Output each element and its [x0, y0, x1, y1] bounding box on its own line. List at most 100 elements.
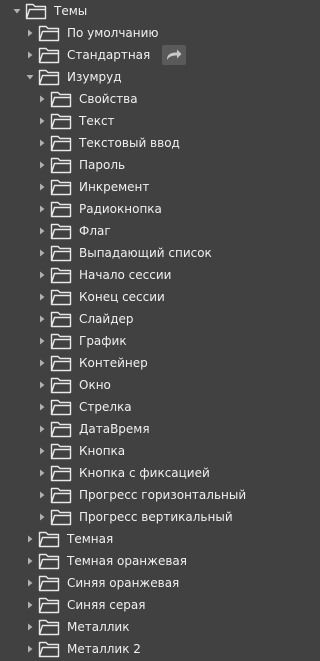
tree-item-widget-style[interactable]: Свойства: [0, 88, 259, 110]
tree-item-label: Изумруд: [67, 70, 122, 84]
tree-item-widget-style[interactable]: Инкремент: [0, 176, 259, 198]
tree-item-widget-style[interactable]: Начало сессии: [0, 264, 259, 286]
tree-item-widget-style[interactable]: ДатаВремя: [0, 418, 259, 440]
tree-item-theme[interactable]: Стандартная: [0, 44, 259, 66]
expand-arrow-right-icon[interactable]: [37, 154, 47, 176]
tree-item-theme[interactable]: Изумруд: [0, 66, 259, 88]
folder-icon: [50, 419, 72, 439]
tree-item-widget-style[interactable]: Прогресс горизонтальный: [0, 484, 259, 506]
tree-item-label: Темная оранжевая: [67, 554, 187, 568]
expand-arrow-right-icon[interactable]: [25, 616, 35, 638]
expand-arrow-right-icon[interactable]: [25, 44, 35, 66]
tree-item-label: Металлик: [67, 620, 130, 634]
expand-arrow-down-icon[interactable]: [25, 66, 35, 88]
tree-item-label: Выпадающий список: [79, 246, 212, 260]
tree-item-label: Флаг: [79, 224, 111, 238]
folder-icon: [50, 287, 72, 307]
tree-item-widget-style[interactable]: Кнопка: [0, 440, 259, 462]
tree-item-label: По умолчанию: [67, 26, 159, 40]
expand-arrow-right-icon[interactable]: [37, 286, 47, 308]
folder-icon: [38, 45, 60, 65]
tree-item-theme[interactable]: Металлик 2: [0, 638, 259, 660]
expand-arrow-right-icon[interactable]: [25, 638, 35, 660]
folder-icon: [38, 639, 60, 659]
expand-arrow-right-icon[interactable]: [37, 308, 47, 330]
tree-item-widget-style[interactable]: Прогресс вертикальный: [0, 506, 259, 528]
expand-arrow-right-icon[interactable]: [37, 132, 47, 154]
folder-icon: [50, 397, 72, 417]
expand-arrow-right-icon[interactable]: [37, 198, 47, 220]
folder-icon: [50, 331, 72, 351]
expand-arrow-right-icon[interactable]: [37, 176, 47, 198]
tree-item-label: Конец сессии: [79, 290, 165, 304]
redo-arrow-icon[interactable]: [162, 45, 187, 65]
tree-root-themes[interactable]: Темы: [0, 0, 259, 22]
expand-arrow-right-icon[interactable]: [37, 264, 47, 286]
tree-item-label: Стандартная: [67, 48, 151, 62]
expand-arrow-right-icon[interactable]: [37, 352, 47, 374]
tree-item-label: Кнопка: [79, 444, 126, 458]
expand-arrow-right-icon[interactable]: [25, 22, 35, 44]
tree-item-label: Прогресс горизонтальный: [79, 488, 247, 502]
expand-arrow-right-icon[interactable]: [37, 110, 47, 132]
expand-arrow-right-icon[interactable]: [37, 418, 47, 440]
expand-arrow-right-icon[interactable]: [25, 594, 35, 616]
tree-item-label: Свойства: [79, 92, 138, 106]
expand-arrow-down-icon[interactable]: [12, 0, 22, 22]
tree-item-theme[interactable]: Темная оранжевая: [0, 550, 259, 572]
expand-arrow-right-icon[interactable]: [37, 242, 47, 264]
folder-icon: [38, 595, 60, 615]
tree-item-label: Окно: [79, 378, 111, 392]
tree-item-widget-style[interactable]: Текст: [0, 110, 259, 132]
tree-item-widget-style[interactable]: Флаг: [0, 220, 259, 242]
tree-item-theme[interactable]: Синяя оранжевая: [0, 572, 259, 594]
tree-item-widget-style[interactable]: График: [0, 330, 259, 352]
expand-arrow-right-icon[interactable]: [37, 396, 47, 418]
folder-icon: [38, 23, 60, 43]
tree-item-widget-style[interactable]: Выпадающий список: [0, 242, 259, 264]
tree-item-widget-style[interactable]: Стрелка: [0, 396, 259, 418]
tree-item-label: Синяя оранжевая: [67, 576, 180, 590]
folder-icon: [50, 507, 72, 527]
tree-item-label: Прогресс вертикальный: [79, 510, 233, 524]
folder-icon: [50, 353, 72, 373]
expand-arrow-right-icon[interactable]: [37, 330, 47, 352]
tree-item-theme[interactable]: Темная: [0, 528, 259, 550]
expand-arrow-right-icon[interactable]: [37, 440, 47, 462]
tree-item-widget-style[interactable]: Кнопка с фиксацией: [0, 462, 259, 484]
expand-arrow-right-icon[interactable]: [25, 572, 35, 594]
expand-arrow-right-icon[interactable]: [25, 550, 35, 572]
folder-icon: [50, 177, 72, 197]
tree-item-label: Металлик 2: [67, 642, 141, 656]
tree-item-label: Текст: [79, 114, 115, 128]
expand-arrow-right-icon[interactable]: [37, 484, 47, 506]
tree-item-widget-style[interactable]: Окно: [0, 374, 259, 396]
tree-item-label: Слайдер: [79, 312, 134, 326]
expand-arrow-right-icon[interactable]: [37, 462, 47, 484]
tree-item-widget-style[interactable]: Слайдер: [0, 308, 259, 330]
folder-icon: [38, 573, 60, 593]
tree-item-theme[interactable]: Синяя серая: [0, 594, 259, 616]
folder-icon: [50, 265, 72, 285]
folder-icon: [50, 133, 72, 153]
tree-item-theme[interactable]: Металлик: [0, 616, 259, 638]
expand-arrow-right-icon[interactable]: [37, 506, 47, 528]
folder-icon: [38, 617, 60, 637]
tree-item-label: График: [79, 334, 127, 348]
tree-item-label: Начало сессии: [79, 268, 172, 282]
folder-icon: [50, 243, 72, 263]
expand-arrow-right-icon[interactable]: [25, 528, 35, 550]
tree-item-widget-style[interactable]: Радиокнопка: [0, 198, 259, 220]
tree-item-label: Стрелка: [79, 400, 132, 414]
tree-item-widget-style[interactable]: Текстовый ввод: [0, 132, 259, 154]
tree-item-widget-style[interactable]: Конец сессии: [0, 286, 259, 308]
expand-arrow-right-icon[interactable]: [37, 220, 47, 242]
folder-icon: [50, 485, 72, 505]
tree-item-theme[interactable]: По умолчанию: [0, 22, 259, 44]
expand-arrow-right-icon[interactable]: [37, 88, 47, 110]
tree-item-widget-style[interactable]: Контейнер: [0, 352, 259, 374]
tree-item-widget-style[interactable]: Пароль: [0, 154, 259, 176]
folder-icon: [38, 67, 60, 87]
expand-arrow-right-icon[interactable]: [37, 374, 47, 396]
tree-item-label: Кнопка с фиксацией: [79, 466, 210, 480]
